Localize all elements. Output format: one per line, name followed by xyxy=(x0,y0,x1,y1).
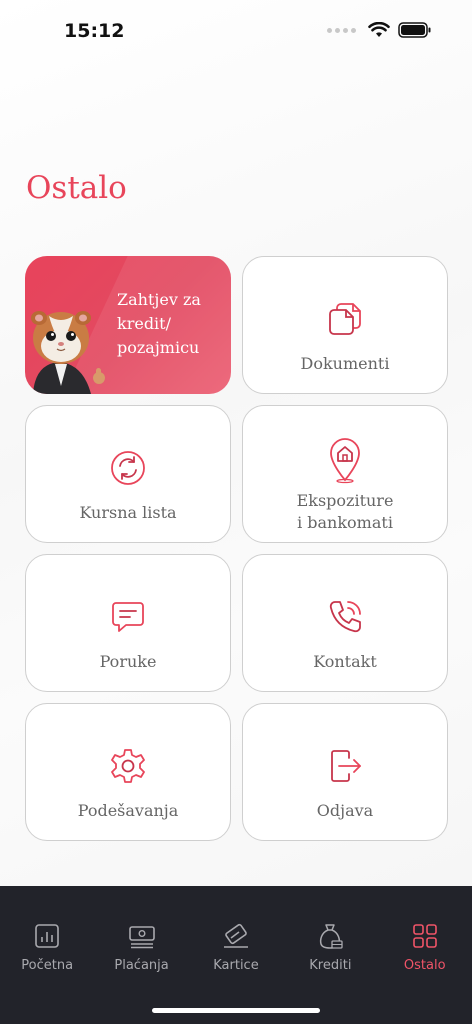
tab-payments-label: Plaćanja xyxy=(114,958,169,973)
tab-cards[interactable]: Kartice xyxy=(189,886,283,973)
menu-grid: Zahtjev za kredit/ pozajmicu Dokumenti K… xyxy=(25,256,448,841)
tab-loans-label: Krediti xyxy=(309,958,352,973)
battery-icon xyxy=(398,22,431,38)
hamster-mascot-icon xyxy=(31,311,105,394)
wifi-icon xyxy=(368,22,390,37)
payments-icon xyxy=(128,926,155,949)
contact-tile[interactable]: Kontakt xyxy=(242,554,448,692)
logout-label: Odjava xyxy=(316,801,374,820)
status-time: 15:12 xyxy=(64,20,125,42)
messages-tile[interactable]: Poruke xyxy=(25,554,231,692)
phone-icon xyxy=(329,601,361,633)
exchange-rate-icon xyxy=(111,451,145,485)
grid-icon xyxy=(412,924,437,948)
tab-other[interactable]: Ostalo xyxy=(378,886,472,973)
page-title: Ostalo xyxy=(26,170,127,206)
loan-request-label: Zahtjev za kredit/ pozajmicu xyxy=(117,290,201,357)
settings-gear-icon xyxy=(111,749,145,783)
exchange-rate-tile[interactable]: Kursna lista xyxy=(25,405,231,543)
tab-home-label: Početna xyxy=(21,958,74,973)
money-bag-icon xyxy=(320,924,344,949)
chart-icon xyxy=(35,924,59,948)
contact-label: Kontakt xyxy=(313,652,377,671)
documents-label: Dokumenti xyxy=(300,354,390,373)
signal-icon xyxy=(327,27,356,33)
logout-icon xyxy=(331,750,361,782)
tab-cards-label: Kartice xyxy=(213,958,259,973)
location-pin-icon xyxy=(330,438,360,484)
bottom-tab-bar: Početna Plaćanja Kartice Krediti Ostalo xyxy=(0,886,472,1024)
exchange-rate-label: Kursna lista xyxy=(79,503,177,522)
branches-label-line2: i bankomati xyxy=(297,513,393,532)
logout-tile[interactable]: Odjava xyxy=(242,703,448,841)
settings-tile[interactable]: Podešavanja xyxy=(25,703,231,841)
tab-loans[interactable]: Krediti xyxy=(283,886,377,973)
tab-payments[interactable]: Plaćanja xyxy=(95,886,189,973)
documents-icon xyxy=(329,303,361,335)
status-icons xyxy=(327,22,432,38)
branches-label-line1: Ekspoziture xyxy=(296,491,394,510)
status-bar: 15:12 xyxy=(0,0,472,64)
loan-request-tile[interactable]: Zahtjev za kredit/ pozajmicu xyxy=(25,256,231,394)
settings-label: Podešavanja xyxy=(77,801,179,820)
tab-home[interactable]: Početna xyxy=(0,886,94,973)
branches-atms-label: Ekspoziture i bankomati xyxy=(243,490,447,534)
message-icon xyxy=(112,602,144,632)
documents-tile[interactable]: Dokumenti xyxy=(242,256,448,394)
branches-atms-tile[interactable]: Ekspoziture i bankomati xyxy=(242,405,448,543)
card-icon xyxy=(223,923,248,948)
home-indicator[interactable] xyxy=(152,1008,320,1013)
tab-other-label: Ostalo xyxy=(403,958,446,973)
messages-label: Poruke xyxy=(99,652,157,671)
